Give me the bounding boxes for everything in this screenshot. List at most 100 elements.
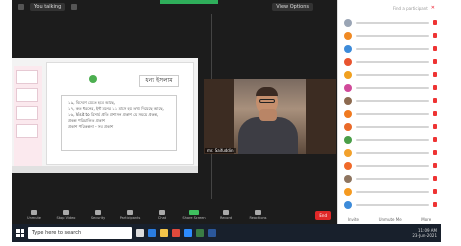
record-button[interactable]: Record — [210, 210, 242, 220]
participant-row[interactable] — [338, 172, 441, 185]
participant-row[interactable] — [338, 29, 441, 42]
slide-content: ১৯, বিদেশে যেতে হবে আছে, ১৭, কত ধরনের, ই… — [61, 95, 177, 151]
record-icon — [223, 210, 229, 215]
shared-screen-taskbar — [12, 166, 198, 173]
slide-line: প্রকাশ পরিকল্পনা - সব প্রকাশ — [68, 124, 114, 129]
participant-name — [356, 203, 429, 206]
windows-taskbar: Type here to search 11:09 AM 23-Jun-2021 — [12, 224, 441, 242]
participant-name — [356, 60, 429, 63]
avatar — [344, 83, 352, 92]
unmute-button[interactable]: Unmute — [18, 210, 50, 220]
avatar — [344, 161, 352, 170]
avatar — [344, 44, 352, 53]
participant-row[interactable] — [338, 133, 441, 146]
video-camera-icon — [63, 210, 69, 215]
speaker-name-label: mr. Saifuddin — [205, 148, 236, 153]
left-margin — [0, 0, 12, 246]
slide-thumbnails — [14, 66, 42, 171]
toolbar-label: Stop Video — [56, 216, 76, 220]
unmute-me-button[interactable]: Unmute Me — [379, 217, 402, 222]
bottom-margin — [0, 242, 461, 246]
participant-row[interactable] — [338, 16, 441, 29]
participant-row[interactable] — [338, 198, 441, 211]
background-shelf — [204, 79, 234, 154]
close-icon[interactable]: ✕ — [431, 5, 435, 11]
participant-row[interactable] — [338, 94, 441, 107]
muted-mic-icon — [433, 176, 437, 181]
participants-button[interactable]: Participants — [114, 210, 146, 220]
participant-name — [356, 34, 429, 37]
avatar — [344, 109, 352, 118]
chat-button[interactable]: Chat — [146, 210, 178, 220]
participant-name — [356, 47, 429, 50]
file-explorer-icon[interactable] — [160, 229, 168, 237]
participant-name — [356, 21, 429, 24]
edge-icon[interactable] — [148, 229, 156, 237]
muted-mic-icon — [433, 46, 437, 51]
muted-mic-icon — [433, 111, 437, 116]
background-shelf — [306, 79, 336, 154]
avatar — [344, 174, 352, 183]
security-shield-icon[interactable] — [18, 4, 24, 10]
muted-mic-icon — [433, 137, 437, 142]
avatar — [344, 122, 352, 131]
muted-mic-icon — [433, 72, 437, 77]
participant-name — [356, 112, 429, 115]
speaker-hair — [256, 87, 278, 96]
avatar — [344, 148, 352, 157]
participant-row[interactable] — [338, 81, 441, 94]
screen-share-status-bar[interactable] — [160, 0, 218, 4]
taskbar-clock[interactable]: 11:09 AM 23-Jun-2021 — [412, 228, 437, 238]
word-icon[interactable] — [208, 229, 216, 237]
view-options-button[interactable]: View Options — [272, 3, 313, 11]
more-button[interactable]: More — [421, 217, 431, 222]
info-icon[interactable] — [71, 4, 78, 10]
microphone-icon — [31, 210, 37, 215]
participant-row[interactable] — [338, 146, 441, 159]
slide-thumbnail[interactable] — [16, 124, 38, 138]
excel-icon[interactable] — [196, 229, 204, 237]
muted-mic-icon — [433, 163, 437, 168]
slide-thumbnail[interactable] — [16, 70, 38, 84]
avatar — [344, 18, 352, 27]
speaker-video[interactable]: mr. Saifuddin — [204, 79, 336, 154]
participant-row[interactable] — [338, 159, 441, 172]
shield-icon — [95, 210, 101, 215]
find-participant-label[interactable]: Find a participant — [393, 6, 428, 11]
shared-screen: ধন্য ইসলাম ১৯, বিদেশে যেতে হবে আছে, ১৭, … — [12, 58, 198, 173]
avatar — [344, 187, 352, 196]
talking-indicator: You talking — [30, 3, 66, 11]
participant-row[interactable] — [338, 107, 441, 120]
windows-start-icon[interactable] — [16, 229, 24, 237]
security-button[interactable]: Security — [82, 210, 114, 220]
speaker-glasses — [259, 99, 275, 103]
participant-name — [356, 73, 429, 76]
slide-thumbnail[interactable] — [16, 88, 38, 102]
zoom-icon[interactable] — [184, 229, 192, 237]
participant-name — [356, 177, 429, 180]
chrome-icon[interactable] — [172, 229, 180, 237]
participant-name — [356, 86, 429, 89]
share-screen-button[interactable]: Share Screen — [178, 210, 210, 220]
participant-row[interactable] — [338, 120, 441, 133]
participant-row[interactable] — [338, 185, 441, 198]
toolbar-label: Record — [219, 216, 233, 220]
toolbar-label: Participants — [119, 216, 141, 220]
avatar — [344, 31, 352, 40]
reactions-button[interactable]: Reactions — [242, 210, 274, 220]
muted-mic-icon — [433, 59, 437, 64]
muted-mic-icon — [433, 33, 437, 38]
participant-row[interactable] — [338, 55, 441, 68]
task-view-icon[interactable] — [136, 229, 144, 237]
stop-video-button[interactable]: Stop Video — [50, 210, 82, 220]
toolbar-label: Security — [90, 216, 106, 220]
slide-thumbnail[interactable] — [16, 106, 38, 120]
end-meeting-button[interactable]: End — [315, 210, 331, 220]
participants-panel: Find a participant ✕ Invite Unmute Me Mo… — [337, 0, 441, 224]
presenter-dot — [89, 75, 97, 83]
taskbar-search-input[interactable]: Type here to search — [28, 227, 132, 239]
invite-button[interactable]: Invite — [348, 217, 359, 222]
share-screen-icon — [189, 210, 199, 215]
participant-row[interactable] — [338, 42, 441, 55]
participant-row[interactable] — [338, 68, 441, 81]
